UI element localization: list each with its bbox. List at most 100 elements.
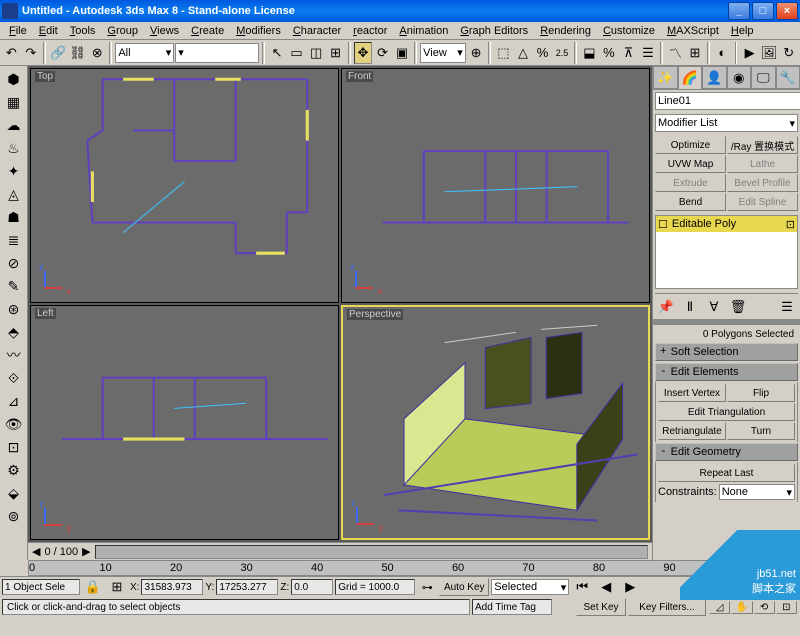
quick-render-button[interactable]: 🖼: [760, 42, 779, 64]
uvw-map-button[interactable]: UVW Map: [655, 155, 726, 173]
reactor-btn-8[interactable]: ≣: [3, 229, 25, 251]
lathe-button[interactable]: Lathe: [727, 155, 798, 173]
min-max-toggle[interactable]: ⊡: [776, 601, 797, 614]
move-button[interactable]: ✥: [354, 42, 373, 64]
reactor-btn-1[interactable]: ⬢: [3, 68, 25, 90]
reactor-btn-10[interactable]: ✎: [3, 275, 25, 297]
key-mode-dropdown[interactable]: Selected: [491, 579, 569, 595]
reactor-btn-5[interactable]: ✦: [3, 160, 25, 182]
reactor-btn-12[interactable]: ⬘: [3, 321, 25, 343]
menu-help[interactable]: Help: [726, 24, 759, 38]
reactor-btn-16[interactable]: 👁: [3, 413, 25, 435]
create-tab[interactable]: ✨: [653, 66, 678, 89]
close-button[interactable]: ×: [776, 2, 798, 20]
optimize-button[interactable]: Optimize: [655, 136, 726, 154]
menu-animation[interactable]: Animation: [394, 24, 453, 38]
window-crossing-button[interactable]: ⊞: [326, 42, 345, 64]
ref-coord-dropdown[interactable]: View▾: [420, 43, 466, 63]
reactor-btn-17[interactable]: ⊡: [3, 436, 25, 458]
viewport-perspective[interactable]: Perspective zy: [341, 305, 650, 540]
configure-button[interactable]: ☰: [776, 296, 798, 318]
unlink-button[interactable]: ⛓: [68, 42, 87, 64]
reactor-btn-14[interactable]: ⟐: [3, 367, 25, 389]
snap-toggle[interactable]: ⬚: [494, 42, 513, 64]
zoom-all-button[interactable]: ⊞: [731, 587, 752, 600]
insert-vertex-button[interactable]: Insert Vertex: [658, 384, 726, 402]
retriangulate-button[interactable]: Retriangulate: [658, 422, 726, 440]
named-sel-button[interactable]: ⬓: [580, 42, 599, 64]
align-button[interactable]: ⊼: [619, 42, 638, 64]
material-editor-button[interactable]: ◐: [713, 42, 732, 64]
object-name-field[interactable]: [655, 92, 800, 110]
modifier-list-dropdown[interactable]: Modifier List: [655, 114, 798, 132]
edit-elements-rollout[interactable]: -Edit Elements: [655, 363, 798, 381]
percent-snap-toggle[interactable]: %: [533, 42, 552, 64]
auto-key-button[interactable]: Auto Key: [439, 578, 489, 596]
schematic-button[interactable]: ⊞: [686, 42, 705, 64]
reactor-btn-2[interactable]: ▦: [3, 91, 25, 113]
modify-tab[interactable]: 🌈: [678, 66, 703, 89]
menu-character[interactable]: Character: [288, 24, 346, 38]
reactor-btn-13[interactable]: 〰: [3, 344, 25, 366]
display-tab[interactable]: 🖵: [751, 66, 776, 89]
zoom-button[interactable]: 🔍: [709, 587, 730, 600]
stack-expand-icon[interactable]: ☐: [658, 218, 668, 231]
menu-rendering[interactable]: Rendering: [535, 24, 596, 38]
play-button[interactable]: ▶: [619, 576, 641, 598]
lock-selection-button[interactable]: 🔒: [82, 576, 104, 598]
hierarchy-tab[interactable]: 👤: [702, 66, 727, 89]
unique-button[interactable]: ∀: [703, 296, 725, 318]
zoom-extents-all-button[interactable]: ◫: [776, 587, 797, 600]
menu-file[interactable]: File: [4, 24, 32, 38]
select-name-button[interactable]: ▭: [287, 42, 306, 64]
ray-button[interactable]: /Ray 置换模式: [727, 136, 798, 154]
edit-tri-button[interactable]: Edit Triangulation: [658, 403, 795, 421]
reactor-btn-4[interactable]: ♨: [3, 137, 25, 159]
angle-snap-toggle[interactable]: △: [514, 42, 533, 64]
bend-button[interactable]: Bend: [655, 193, 726, 211]
menu-reactor[interactable]: reactor: [348, 24, 392, 38]
soft-selection-rollout[interactable]: +Soft Selection: [655, 343, 798, 361]
rotate-button[interactable]: ⟳: [373, 42, 392, 64]
selection-filter-dropdown[interactable]: ▾: [175, 43, 259, 63]
extrude-button[interactable]: Extrude: [655, 174, 726, 192]
edit-spline-button[interactable]: Edit Spline: [727, 193, 798, 211]
key-filters-button[interactable]: Key Filters...: [628, 598, 706, 616]
undo-button[interactable]: ↶: [2, 42, 21, 64]
fov-button[interactable]: ◿: [709, 601, 730, 614]
stack-bulb-icon[interactable]: ⊡: [786, 218, 795, 231]
flip-button[interactable]: Flip: [727, 384, 795, 402]
zoom-extents-button[interactable]: ▣: [754, 587, 775, 600]
pivot-button[interactable]: ⊕: [467, 42, 486, 64]
render-scene-button[interactable]: ▶: [740, 42, 759, 64]
spinner-snap-toggle[interactable]: 2.5: [553, 42, 572, 64]
maximize-button[interactable]: □: [752, 2, 774, 20]
reactor-btn-11[interactable]: ⊛: [3, 298, 25, 320]
menu-customize[interactable]: Customize: [598, 24, 660, 38]
abs-transform-button[interactable]: ⊞: [106, 576, 128, 598]
show-result-button[interactable]: Ⅱ: [679, 296, 701, 318]
mirror-button[interactable]: %: [600, 42, 619, 64]
z-coord-field[interactable]: 0.0: [291, 579, 333, 595]
selection-set-dropdown[interactable]: All▾: [115, 43, 174, 63]
bevel-profile-button[interactable]: Bevel Profile: [727, 174, 798, 192]
reactor-btn-9[interactable]: ⊘: [3, 252, 25, 274]
constraints-dropdown[interactable]: None: [719, 484, 795, 500]
time-slider[interactable]: ◀0 / 100▶: [28, 542, 652, 560]
arc-rotate-button[interactable]: ⟲: [754, 601, 775, 614]
motion-tab[interactable]: ◉: [727, 66, 752, 89]
add-time-tag[interactable]: Add Time Tag: [472, 599, 552, 615]
x-coord-field[interactable]: 31583.973: [141, 579, 203, 595]
menu-group[interactable]: Group: [102, 24, 143, 38]
menu-tools[interactable]: Tools: [65, 24, 101, 38]
layers-button[interactable]: ☰: [639, 42, 658, 64]
pan-button[interactable]: ✋: [731, 601, 752, 614]
menu-create[interactable]: Create: [186, 24, 229, 38]
menu-edit[interactable]: Edit: [34, 24, 63, 38]
utilities-tab[interactable]: 🔧: [776, 66, 800, 89]
viewport-top[interactable]: Top zx: [30, 68, 339, 303]
pin-stack-button[interactable]: 📌: [655, 296, 677, 318]
select-region-button[interactable]: ◫: [307, 42, 326, 64]
minimize-button[interactable]: _: [728, 2, 750, 20]
track-bar[interactable]: 0102030405060708090100: [28, 560, 772, 576]
